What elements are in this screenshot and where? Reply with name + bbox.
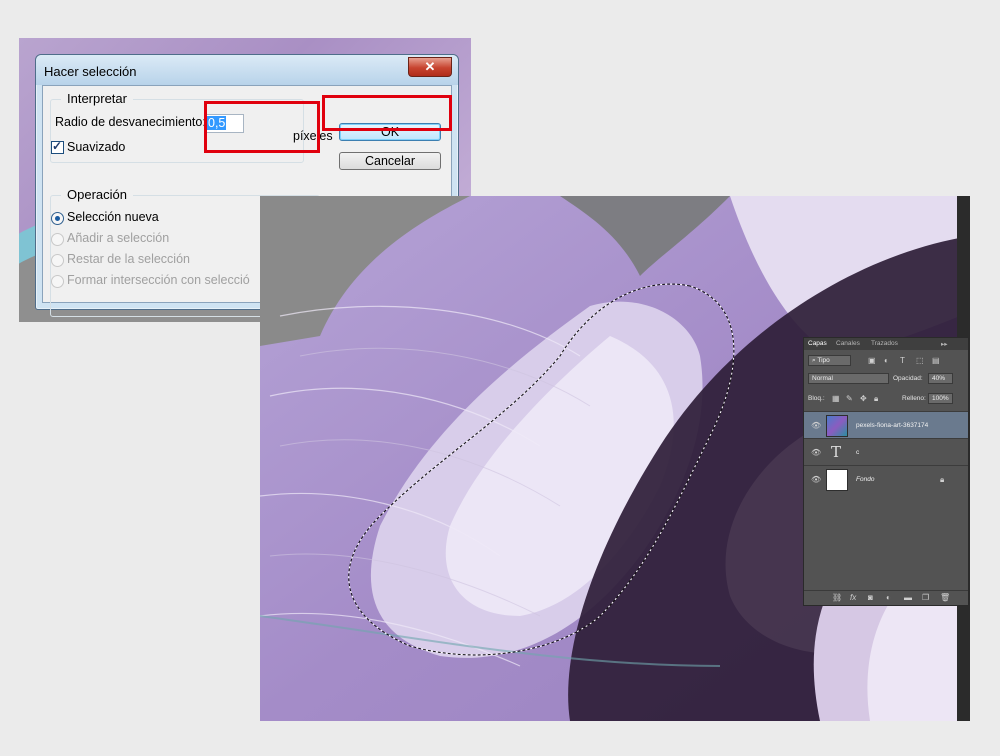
layer-name: c bbox=[856, 449, 860, 456]
filter-smart-object-icon[interactable]: ▤ bbox=[932, 356, 940, 365]
filter-shape-icon[interactable]: ⬚ bbox=[916, 356, 924, 365]
lock-icon: 🔒︎ bbox=[940, 475, 945, 484]
fx-icon[interactable]: fx bbox=[850, 593, 856, 602]
lock-paint-icon[interactable]: ✎ bbox=[846, 394, 853, 403]
lock-position-icon[interactable]: ✥ bbox=[860, 394, 867, 403]
option-subtract-selection: Restar de la selección bbox=[67, 252, 190, 266]
blend-row: Normal Opacidad: 40% bbox=[804, 373, 968, 387]
feather-input-highlight bbox=[204, 101, 320, 153]
opacity-label: Opacidad: bbox=[893, 375, 923, 382]
option-intersect-selection: Formar intersección con selecció bbox=[67, 273, 250, 287]
opacity-input[interactable]: 40% bbox=[928, 373, 953, 384]
radio-add-selection[interactable] bbox=[51, 233, 64, 246]
adjustment-layer-icon[interactable]: ◐ bbox=[886, 593, 891, 602]
filter-text-icon[interactable]: T bbox=[900, 356, 905, 365]
panel-bottom-bar: ⛓︎ fx ◙ ◐ ▬ ❐ 🗑︎ bbox=[804, 590, 968, 605]
filter-image-icon[interactable]: ▣ bbox=[868, 356, 876, 365]
layer-thumbnail bbox=[826, 469, 848, 491]
visibility-eye-icon[interactable]: 👁︎ bbox=[811, 448, 821, 457]
radio-new-selection[interactable] bbox=[51, 212, 64, 225]
tab-paths[interactable]: Trazados bbox=[871, 340, 898, 347]
text-layer-icon: T bbox=[831, 443, 842, 461]
layer-thumbnail bbox=[826, 415, 848, 437]
layer-name: pexels-fiona-art-3637174 bbox=[856, 422, 929, 429]
radio-subtract-selection[interactable] bbox=[51, 254, 64, 267]
ok-button-highlight bbox=[322, 95, 452, 131]
trash-icon[interactable]: 🗑︎ bbox=[940, 593, 950, 602]
visibility-eye-icon[interactable]: 👁︎ bbox=[811, 475, 821, 484]
layer-row[interactable]: 👁︎ pexels-fiona-art-3637174 bbox=[804, 411, 968, 438]
interpret-group-label: Interpretar bbox=[61, 91, 133, 106]
dialog-title: Hacer selección bbox=[44, 64, 137, 79]
blend-mode-dropdown[interactable]: Normal bbox=[808, 373, 889, 384]
panel-menu-icon[interactable]: ▸▸ bbox=[941, 340, 948, 348]
new-layer-icon[interactable]: ❐ bbox=[922, 593, 929, 602]
antialias-label: Suavizado bbox=[67, 140, 126, 154]
fill-input[interactable]: 100% bbox=[928, 393, 953, 404]
dialog-titlebar: Hacer selección ✕ bbox=[36, 55, 458, 85]
fill-label: Relleno: bbox=[902, 395, 926, 402]
antialias-checkbox[interactable] bbox=[51, 139, 64, 154]
feather-radius-label: Radio de desvanecimiento: bbox=[55, 115, 206, 129]
tab-layers[interactable]: Capas bbox=[808, 340, 827, 347]
layer-mask-icon[interactable]: ◙ bbox=[868, 593, 873, 602]
lock-row: Bloq.: ▦ ✎ ✥ 🔒︎ Relleno: 100% bbox=[804, 393, 968, 407]
option-add-selection: Añadir a selección bbox=[67, 231, 170, 245]
lock-label: Bloq.: bbox=[808, 395, 825, 402]
tab-channels[interactable]: Canales bbox=[836, 340, 860, 347]
lock-transparency-icon[interactable]: ▦ bbox=[832, 394, 840, 403]
cancel-button[interactable]: Cancelar bbox=[339, 152, 441, 170]
link-layers-icon[interactable]: ⛓︎ bbox=[832, 593, 842, 602]
layers-panel: Capas Canales Trazados ▸▸ ⌕ Tipo ▣ ◐ T ⬚… bbox=[803, 337, 969, 606]
close-button[interactable]: ✕ bbox=[408, 57, 452, 77]
layer-name: Fondo bbox=[856, 476, 875, 483]
layer-row[interactable]: 👁︎ T c bbox=[804, 438, 968, 465]
option-new-selection: Selección nueva bbox=[67, 210, 159, 224]
filter-adjustment-icon[interactable]: ◐ bbox=[884, 356, 889, 365]
close-icon: ✕ bbox=[424, 59, 436, 74]
operation-group-label: Operación bbox=[61, 187, 133, 202]
panel-tabs: Capas Canales Trazados ▸▸ bbox=[804, 338, 968, 350]
filter-kind-label: Tipo bbox=[817, 357, 830, 364]
radio-intersect-selection[interactable] bbox=[51, 275, 64, 288]
group-folder-icon[interactable]: ▬ bbox=[904, 593, 912, 602]
filter-kind-dropdown[interactable]: ⌕ Tipo bbox=[808, 355, 851, 366]
filter-row: ⌕ Tipo ▣ ◐ T ⬚ ▤ bbox=[804, 353, 968, 367]
lock-all-icon[interactable]: 🔒︎ bbox=[874, 394, 878, 404]
visibility-eye-icon[interactable]: 👁︎ bbox=[811, 421, 821, 430]
layer-row[interactable]: 👁︎ Fondo 🔒︎ bbox=[804, 465, 968, 492]
